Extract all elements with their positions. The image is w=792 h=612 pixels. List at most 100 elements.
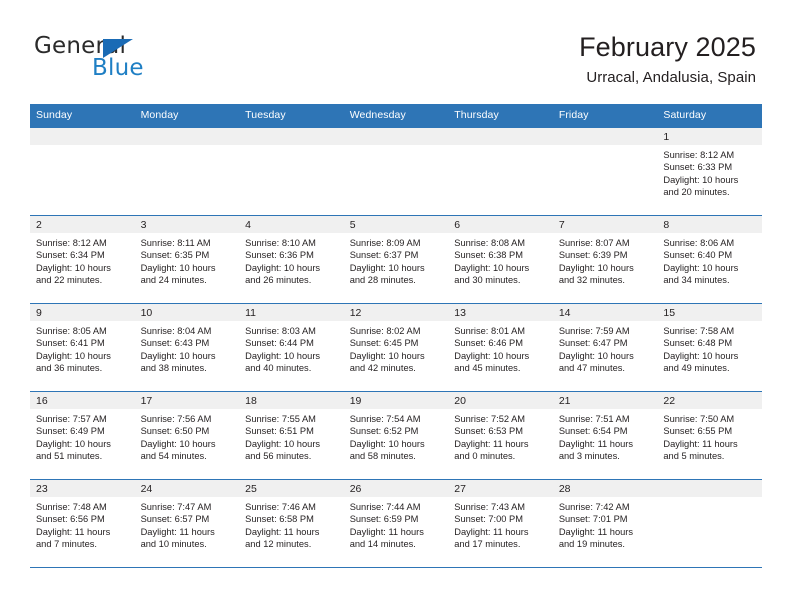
day-cell-inner: 1 Sunrise: 8:12 AM Sunset: 6:33 PM Daylight…: [657, 128, 762, 215]
calendar-day-cell[interactable]: 15 Sunrise: 7:58 AM Sunset: 6:48 PM Dayligh…: [657, 303, 762, 392]
day-number: [343, 128, 449, 145]
calendar-day-cell-empty: [343, 127, 449, 216]
calendar-day-cell[interactable]: 11 Sunrise: 8:03 AM Sunset: 6:44 PM Dayligh…: [239, 303, 344, 392]
day-cell-details: Sunrise: 7:52 AM Sunset: 6:53 PM Daylight:…: [448, 409, 553, 463]
daylight-text: Daylight: 10 hours and 40 minutes.: [245, 350, 321, 374]
daylight-text: Daylight: 11 hours and 7 minutes.: [36, 526, 111, 550]
day-cell-inner: 8 Sunrise: 8:06 AM Sunset: 6:40 PM Daylight…: [657, 216, 762, 303]
calendar-day-cell[interactable]: 16 Sunrise: 7:57 AM Sunset: 6:49 PM Dayligh…: [30, 391, 135, 480]
calendar-page: General Blue February 2025 Urracal, Anda…: [0, 0, 792, 612]
calendar-day-cell[interactable]: 18 Sunrise: 7:55 AM Sunset: 6:51 PM Dayligh…: [239, 391, 344, 480]
day-cell-details: Sunrise: 7:55 AM Sunset: 6:51 PM Daylight:…: [239, 409, 344, 463]
calendar-day-cell[interactable]: 6 Sunrise: 8:08 AM Sunset: 6:38 PM Daylight…: [448, 215, 553, 304]
calendar-day-cell[interactable]: 8 Sunrise: 8:06 AM Sunset: 6:40 PM Daylight…: [657, 215, 762, 304]
day-cell-inner: 10 Sunrise: 8:04 AM Sunset: 6:43 PM Dayligh…: [134, 304, 240, 391]
day-cell-inner: 4 Sunrise: 8:10 AM Sunset: 6:36 PM Daylight…: [239, 216, 344, 303]
calendar-day-cell[interactable]: 22 Sunrise: 7:50 AM Sunset: 6:55 PM Dayligh…: [657, 391, 762, 480]
sunrise-text: Sunrise: 7:50 AM: [663, 414, 735, 424]
calendar-day-cell[interactable]: 9 Sunrise: 8:05 AM Sunset: 6:41 PM Daylight…: [30, 303, 135, 392]
day-number: 2: [30, 216, 135, 233]
calendar-day-cell[interactable]: 2 Sunrise: 8:12 AM Sunset: 6:34 PM Daylight…: [30, 215, 135, 304]
day-cell-details: Sunrise: 8:11 AM Sunset: 6:35 PM Daylight:…: [135, 233, 240, 287]
daylight-text: Daylight: 10 hours and 38 minutes.: [140, 350, 216, 374]
sunrise-text: Sunrise: 7:44 AM: [349, 502, 421, 512]
sunrise-text: Sunrise: 8:01 AM: [454, 326, 526, 336]
sunset-text: Sunset: 6:46 PM: [454, 338, 523, 349]
day-cell-inner: 11 Sunrise: 8:03 AM Sunset: 6:44 PM Dayligh…: [239, 304, 344, 391]
day-cell-details: [657, 497, 762, 501]
day-cell-details: Sunrise: 7:48 AM Sunset: 6:56 PM Daylight:…: [30, 497, 135, 551]
weekday-header-saturday: Saturday: [657, 104, 762, 128]
general-blue-logo[interactable]: General Blue: [34, 33, 214, 83]
calendar-day-cell[interactable]: 26 Sunrise: 7:44 AM Sunset: 6:59 PM Dayligh…: [343, 479, 449, 568]
calendar-day-cell[interactable]: 10 Sunrise: 8:04 AM Sunset: 6:43 PM Dayligh…: [134, 303, 240, 392]
day-cell-inner: 17 Sunrise: 7:56 AM Sunset: 6:50 PM Dayligh…: [134, 392, 240, 479]
day-number: 4: [239, 216, 344, 233]
sunset-text: Sunset: 6:59 PM: [349, 514, 419, 525]
calendar-day-cell[interactable]: 1 Sunrise: 8:12 AM Sunset: 6:33 PM Daylight…: [657, 127, 762, 216]
sunset-text: Sunset: 6:58 PM: [245, 514, 314, 525]
day-number: [30, 128, 135, 145]
day-number: [552, 128, 658, 145]
calendar-day-cell[interactable]: 3 Sunrise: 8:11 AM Sunset: 6:35 PM Daylight…: [134, 215, 240, 304]
page-subtitle: Urracal, Andalusia, Spain: [586, 69, 756, 86]
calendar-day-cell-empty: [30, 127, 135, 216]
day-cell-inner: [552, 128, 658, 215]
calendar-day-cell[interactable]: 13 Sunrise: 8:01 AM Sunset: 6:46 PM Dayligh…: [448, 303, 553, 392]
calendar-day-cell[interactable]: 23 Sunrise: 7:48 AM Sunset: 6:56 PM Dayligh…: [30, 479, 135, 568]
calendar-day-cell[interactable]: 12 Sunrise: 8:02 AM Sunset: 6:45 PM Dayligh…: [343, 303, 449, 392]
page-header: General Blue February 2025 Urracal, Anda…: [0, 0, 792, 104]
day-number: 13: [448, 304, 553, 321]
calendar-day-cell[interactable]: 5 Sunrise: 8:09 AM Sunset: 6:37 PM Daylight…: [343, 215, 449, 304]
daylight-text: Daylight: 10 hours and 30 minutes.: [454, 262, 530, 286]
day-number: [134, 128, 240, 145]
daylight-text: Daylight: 11 hours and 0 minutes.: [454, 438, 529, 462]
day-cell-details: Sunrise: 8:01 AM Sunset: 6:46 PM Daylight:…: [448, 321, 553, 375]
sunset-text: Sunset: 7:01 PM: [558, 514, 628, 525]
sunrise-text: Sunrise: 7:58 AM: [663, 326, 735, 336]
day-cell-details: Sunrise: 8:12 AM Sunset: 6:34 PM Daylight:…: [30, 233, 135, 287]
day-cell-inner: 6 Sunrise: 8:08 AM Sunset: 6:38 PM Daylight…: [448, 216, 553, 303]
calendar-day-cell[interactable]: 14 Sunrise: 7:59 AM Sunset: 6:47 PM Dayligh…: [552, 303, 658, 392]
calendar-day-cell[interactable]: 24 Sunrise: 7:47 AM Sunset: 6:57 PM Dayligh…: [134, 479, 240, 568]
calendar-day-cell[interactable]: 17 Sunrise: 7:56 AM Sunset: 6:50 PM Dayligh…: [134, 391, 240, 480]
day-cell-inner: 9 Sunrise: 8:05 AM Sunset: 6:41 PM Daylight…: [30, 304, 135, 391]
day-cell-details: Sunrise: 8:03 AM Sunset: 6:44 PM Daylight:…: [239, 321, 344, 375]
day-number: 3: [134, 216, 240, 233]
calendar-day-cell[interactable]: 21 Sunrise: 7:51 AM Sunset: 6:54 PM Dayligh…: [552, 391, 658, 480]
sunset-text: Sunset: 6:53 PM: [454, 426, 523, 437]
calendar-day-cell[interactable]: 28 Sunrise: 7:42 AM Sunset: 7:01 PM Dayligh…: [552, 479, 658, 568]
weekday-header-thursday: Thursday: [448, 104, 553, 128]
calendar-day-cell[interactable]: 27 Sunrise: 7:43 AM Sunset: 7:00 PM Dayligh…: [448, 479, 553, 568]
day-cell-details: [30, 145, 135, 149]
sunrise-text: Sunrise: 7:54 AM: [349, 414, 421, 424]
calendar-week-row: 16 Sunrise: 7:57 AM Sunset: 6:49 PM Dayligh…: [30, 391, 762, 480]
daylight-text: Daylight: 10 hours and 56 minutes.: [245, 438, 321, 462]
sunset-text: Sunset: 6:47 PM: [558, 338, 628, 349]
daylight-text: Daylight: 10 hours and 51 minutes.: [36, 438, 111, 462]
weekday-header-wednesday: Wednesday: [343, 104, 449, 128]
day-cell-inner: 26 Sunrise: 7:44 AM Sunset: 6:59 PM Dayligh…: [343, 480, 449, 567]
day-cell-inner: 22 Sunrise: 7:50 AM Sunset: 6:55 PM Dayligh…: [657, 392, 762, 479]
weekday-header-sunday: Sunday: [30, 104, 135, 128]
day-cell-details: [239, 145, 344, 149]
logo-text-blue: Blue: [92, 55, 144, 81]
day-number: 6: [448, 216, 553, 233]
sunset-text: Sunset: 6:49 PM: [36, 426, 105, 437]
calendar-day-cell[interactable]: 4 Sunrise: 8:10 AM Sunset: 6:36 PM Daylight…: [239, 215, 344, 304]
calendar-day-cell[interactable]: 7 Sunrise: 8:07 AM Sunset: 6:39 PM Daylight…: [552, 215, 658, 304]
day-cell-details: [344, 145, 449, 149]
day-number: 9: [30, 304, 135, 321]
day-cell-inner: 19 Sunrise: 7:54 AM Sunset: 6:52 PM Dayligh…: [343, 392, 449, 479]
sunset-text: Sunset: 6:56 PM: [36, 514, 105, 525]
calendar-day-cell[interactable]: 19 Sunrise: 7:54 AM Sunset: 6:52 PM Dayligh…: [343, 391, 449, 480]
day-cell-inner: [239, 128, 344, 215]
calendar-day-cell[interactable]: 25 Sunrise: 7:46 AM Sunset: 6:58 PM Dayligh…: [239, 479, 344, 568]
sunset-text: Sunset: 6:54 PM: [558, 426, 628, 437]
day-number: 19: [343, 392, 449, 409]
day-cell-inner: 3 Sunrise: 8:11 AM Sunset: 6:35 PM Daylight…: [134, 216, 240, 303]
day-cell-details: Sunrise: 8:07 AM Sunset: 6:39 PM Daylight:…: [553, 233, 658, 287]
daylight-text: Daylight: 10 hours and 24 minutes.: [140, 262, 216, 286]
sunset-text: Sunset: 6:33 PM: [663, 162, 733, 173]
calendar-day-cell[interactable]: 20 Sunrise: 7:52 AM Sunset: 6:53 PM Dayligh…: [448, 391, 553, 480]
